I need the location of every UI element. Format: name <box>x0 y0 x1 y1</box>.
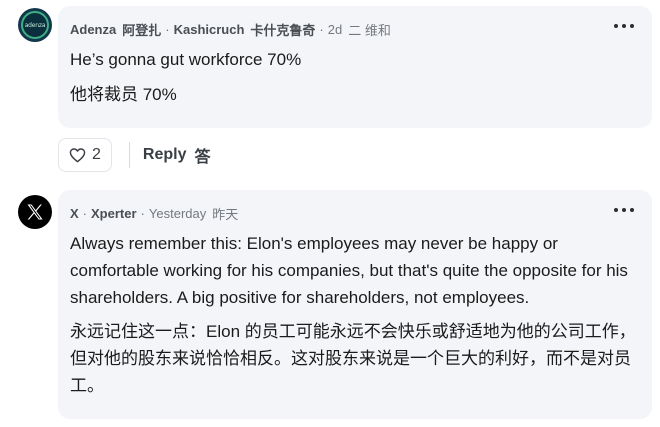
comment-xperter: X · Xperter · Yesterday 昨天 Always rememb… <box>0 0 660 427</box>
x-logo-icon <box>27 204 43 220</box>
separator-dot: · <box>140 206 145 221</box>
comment-text: Always remember this: Elon's employees m… <box>70 234 628 307</box>
comment-bubble: X · Xperter · Yesterday 昨天 Always rememb… <box>58 190 652 419</box>
timestamp-translation: 昨天 <box>212 207 239 222</box>
author-handle[interactable]: Xperter <box>91 206 137 221</box>
comment-text-translation: 永远记住这一点：Elon 的员工可能永远不会快乐或舒适地为他的公司工作，但对他的… <box>70 322 636 395</box>
comment-meta: X · Xperter · Yesterday 昨天 <box>70 204 238 223</box>
author-name[interactable]: X <box>70 206 79 221</box>
timestamp: Yesterday <box>148 206 207 221</box>
more-horizontal-icon[interactable] <box>614 206 634 214</box>
separator-dot: · <box>82 206 88 221</box>
avatar[interactable] <box>18 195 52 229</box>
